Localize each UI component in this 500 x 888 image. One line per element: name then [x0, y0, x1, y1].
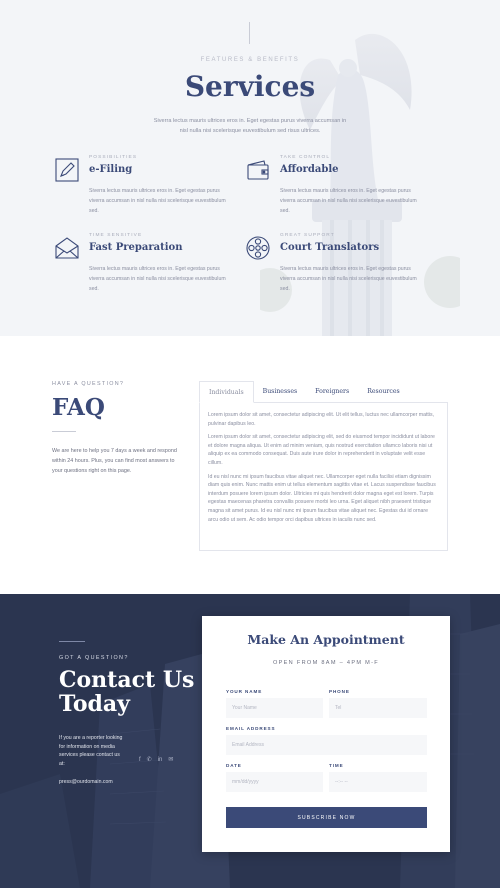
press-email-link[interactable]: press@ourdomain.com	[59, 779, 113, 785]
services-intro: Siverra lectus mauris ultrices eros in. …	[153, 118, 347, 134]
form-subtitle: OPEN FROM 8AM – 4PM M-F	[272, 660, 380, 666]
whatsapp-icon[interactable]: ✆	[147, 756, 152, 764]
contact-title: Contact Us Today	[59, 667, 195, 717]
feature-name: Fast Preparation	[89, 242, 183, 253]
feature-description: Siverra lectus mauris ultrices eros in. …	[280, 266, 417, 292]
faq-paragraph: Id eu nisl nunc mi ipsum faucibus vitae …	[208, 473, 436, 523]
phone-input[interactable]: Tel	[329, 698, 427, 718]
faq-divider	[52, 431, 76, 432]
faq-title: FAQ	[52, 394, 105, 421]
feature-kicker: TAKE CONTROL	[280, 155, 331, 160]
services-eyebrow: FEATURES & BENEFITS	[200, 57, 300, 63]
services-section: FEATURES & BENEFITS Services Siverra lec…	[0, 0, 500, 336]
wallet-icon	[247, 160, 269, 180]
film-reel-icon	[246, 236, 270, 260]
feature-description: Siverra lectus mauris ultrices eros in. …	[280, 188, 417, 214]
feature-kicker: POSSIBILITIES	[89, 155, 138, 160]
name-input[interactable]: Your Name	[226, 698, 323, 718]
services-title: Services	[184, 70, 316, 103]
feature-name: Court Translators	[280, 242, 380, 253]
contact-divider	[59, 641, 85, 642]
faq-eyebrow: HAVE A QUESTION?	[52, 381, 125, 387]
tab-foreigners[interactable]: Foreigners	[306, 381, 358, 403]
feature-kicker: GREAT SUPPORT	[280, 233, 335, 238]
social-links: f ✆ in ✉	[139, 756, 173, 764]
faq-paragraph: Lorem ipsum dolor sit amet, consectetur …	[208, 412, 435, 427]
phone-label: PHONE	[329, 689, 350, 694]
subscribe-button[interactable]: SUBSCRIBE NOW	[226, 807, 427, 828]
date-input[interactable]: mm/dd/yyyy	[226, 772, 323, 792]
time-input[interactable]: --:-- --	[329, 772, 427, 792]
contact-blurb: If you are a reporter looking for inform…	[59, 735, 123, 767]
date-label: DATE	[226, 763, 242, 768]
email-input[interactable]: Email Address	[226, 735, 427, 755]
tab-panel-individuals: Lorem ipsum dolor sit amet, consectetur …	[199, 402, 448, 551]
tab-resources[interactable]: Resources	[358, 381, 408, 403]
feature-kicker: TIME SENSITIVE	[89, 233, 143, 238]
feature-name: e-Filing	[89, 164, 133, 175]
contact-section: GOT A QUESTION? Contact Us Today If you …	[0, 594, 500, 888]
contact-eyebrow: GOT A QUESTION?	[59, 655, 129, 661]
feature-description: Siverra lectus mauris ultrices eros in. …	[89, 188, 226, 214]
faq-section: HAVE A QUESTION? FAQ We are here to help…	[0, 336, 500, 594]
faq-paragraph: Lorem ipsum dolor sit amet, consectetur …	[208, 434, 435, 466]
appointment-form: Make An Appointment OPEN FROM 8AM – 4PM …	[202, 616, 450, 852]
linkedin-icon[interactable]: in	[158, 756, 163, 764]
faq-tabs: Individuals Businesses Foreigners Resour…	[199, 381, 448, 551]
form-title: Make An Appointment	[247, 632, 405, 647]
faq-lead: We are here to help you 7 days a week an…	[52, 448, 177, 474]
time-label: TIME	[329, 763, 344, 768]
envelope-icon	[55, 237, 79, 259]
facebook-icon[interactable]: f	[139, 756, 141, 764]
tab-bar: Individuals Businesses Foreigners Resour…	[199, 381, 409, 403]
mail-icon[interactable]: ✉	[168, 756, 173, 764]
tab-businesses[interactable]: Businesses	[254, 381, 307, 403]
email-label: EMAIL ADDRESS	[226, 726, 276, 731]
tab-individuals[interactable]: Individuals	[199, 381, 254, 403]
feature-name: Affordable	[280, 164, 339, 175]
section-divider-line	[249, 22, 250, 44]
name-label: YOUR NAME	[226, 689, 263, 694]
feature-description: Siverra lectus mauris ultrices eros in. …	[89, 266, 226, 292]
pencil-paper-icon	[55, 158, 79, 182]
